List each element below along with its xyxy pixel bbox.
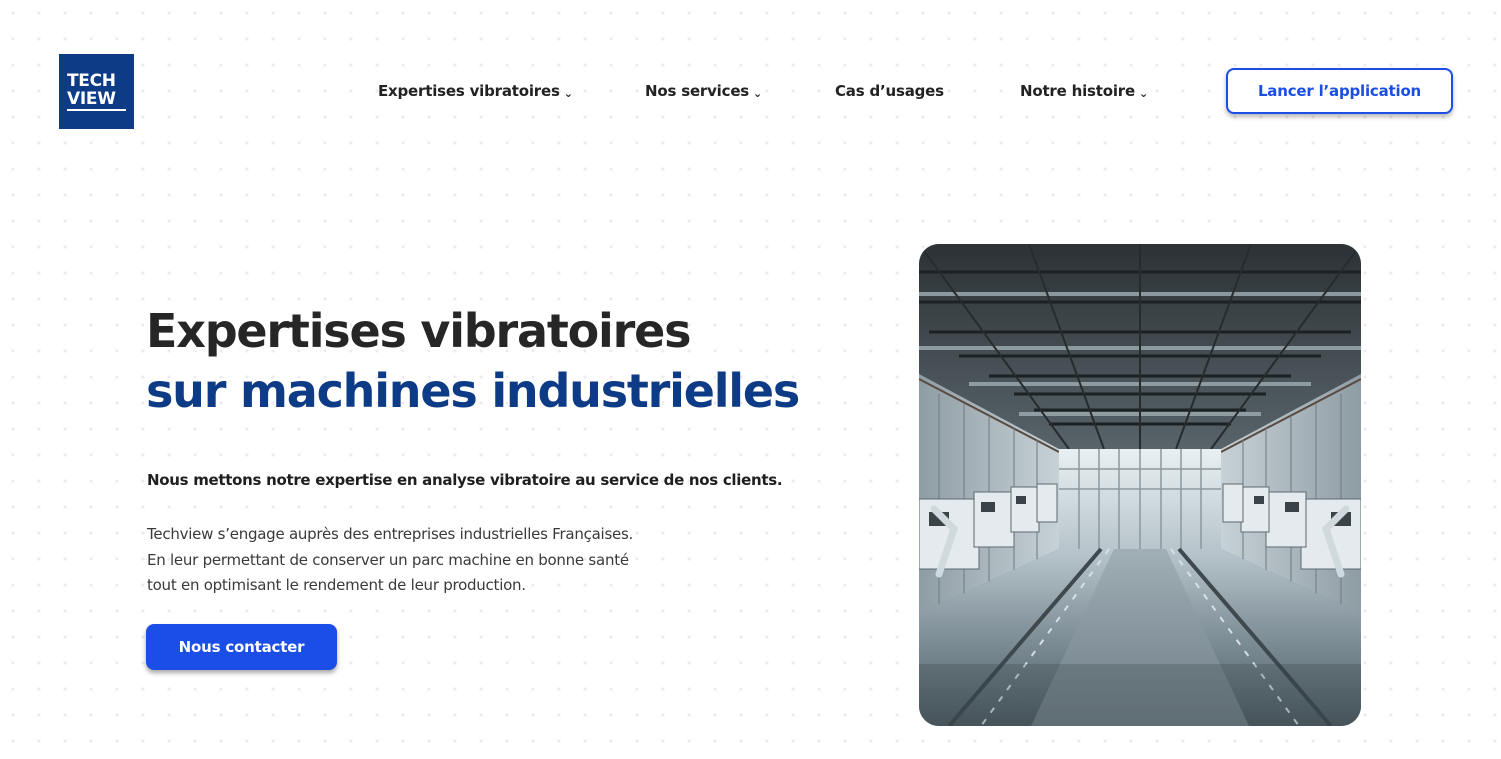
hero-title: Expertises vibratoires sur machines indu… (146, 301, 800, 421)
logo-text-tech: TECH (67, 71, 116, 91)
factory-hall-image (919, 244, 1361, 726)
nav-item-label: Nos services (645, 82, 750, 100)
nav-item-notre-histoire[interactable]: Notre histoire ⌄ (1020, 79, 1148, 103)
hero-title-line-2: sur machines industrielles (146, 364, 800, 418)
techview-logo[interactable]: TECH VIEW (59, 54, 134, 129)
nav-item-label: Expertises vibratoires (378, 82, 560, 100)
nav-item-label: Cas d’usages (835, 82, 944, 100)
nav-item-label: Notre histoire (1020, 82, 1135, 100)
hero-lead-text: Nous mettons notre expertise en analyse … (147, 471, 783, 489)
nav-item-nos-services[interactable]: Nos services ⌄ (645, 79, 762, 103)
chevron-down-icon: ⌄ (563, 86, 573, 100)
launch-app-button[interactable]: Lancer l’application (1226, 68, 1453, 114)
contact-button[interactable]: Nous contacter (146, 624, 337, 670)
chevron-down-icon: ⌄ (1138, 86, 1148, 100)
chevron-down-icon: ⌄ (753, 86, 763, 100)
hero-body-line: En leur permettant de conserver un parc … (147, 550, 629, 569)
logo-text-view: VIEW (67, 90, 126, 111)
hero-title-line-1: Expertises vibratoires (146, 304, 691, 358)
hero-body-line: tout en optimisant le rendement de leur … (147, 576, 526, 594)
hero-body-text: Techview s’engage auprès des entreprises… (147, 522, 633, 599)
nav-item-cas-usages[interactable]: Cas d’usages (835, 79, 944, 103)
nav-item-expertises-vibratoires[interactable]: Expertises vibratoires ⌄ (378, 79, 573, 103)
hero-body-line: Techview s’engage auprès des entreprises… (147, 525, 634, 543)
